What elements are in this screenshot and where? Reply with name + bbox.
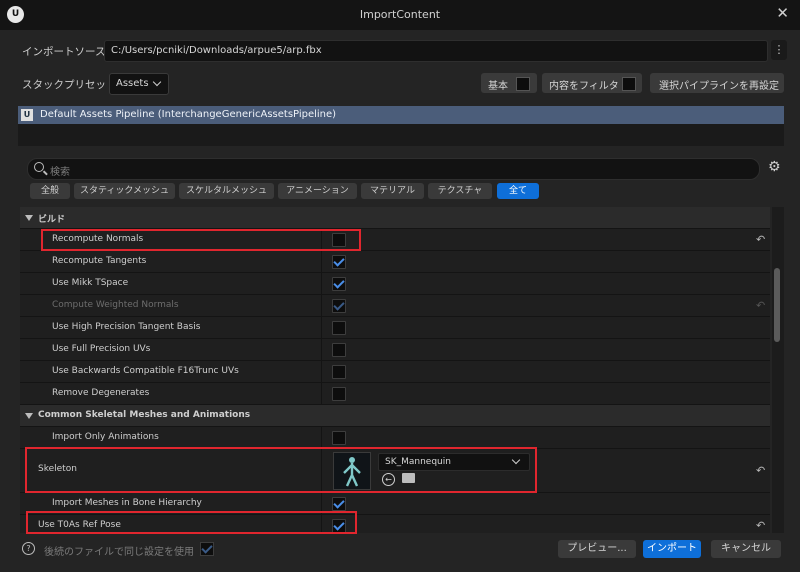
filter-checkbox[interactable]	[622, 77, 636, 91]
source-path-text: C:/Users/pcniki/Downloads/arpue5/arp.fbx	[111, 45, 322, 56]
collapse-arrow-icon[interactable]	[25, 215, 33, 221]
pipeline-row[interactable]: U Default Assets Pipeline (InterchangeGe…	[18, 106, 784, 124]
category-label: Common Skeletal Meshes and Animations	[38, 410, 251, 420]
pipeline-list	[18, 124, 784, 146]
preset-label: スタックプリセット	[22, 79, 117, 91]
tab-skeletal-mesh[interactable]: スケルタルメッシュ	[179, 183, 274, 199]
tab-general[interactable]: 全般	[30, 183, 70, 199]
full-precision-uvs-checkbox[interactable]	[332, 343, 346, 357]
preset-dropdown[interactable]: Assets	[109, 73, 169, 95]
property-row: Use Backwards Compatible F16Trunc UVs	[20, 361, 770, 383]
close-icon[interactable]: ✕	[776, 4, 789, 22]
search-icon	[34, 162, 44, 172]
property-row: Compute Weighted Normals ↶	[20, 295, 770, 317]
tab-animation[interactable]: アニメーション	[278, 183, 357, 199]
source-label: インポートソース	[22, 46, 106, 58]
highlight-box	[26, 511, 357, 534]
cancel-button[interactable]: キャンセル	[711, 540, 781, 558]
basic-toggle-button[interactable]: 基本	[481, 73, 537, 93]
same-settings-label: 後続のファイルで同じ設定を使用	[44, 547, 194, 558]
filter-label: 内容をフィルタ	[549, 81, 619, 92]
preview-button[interactable]: プレビュー...	[558, 540, 636, 558]
property-row: Remove Degenerates	[20, 383, 770, 405]
import-meshes-bone-checkbox[interactable]	[332, 497, 346, 511]
tab-material[interactable]: マテリアル	[361, 183, 424, 199]
category-skeletal[interactable]: Common Skeletal Meshes and Animations	[20, 405, 770, 427]
import-only-animations-checkbox[interactable]	[332, 431, 346, 445]
property-label: Remove Degenerates	[52, 388, 150, 398]
tab-all[interactable]: 全て	[497, 183, 539, 199]
property-label: Use Full Precision UVs	[52, 344, 151, 354]
property-row: Use High Precision Tangent Basis	[20, 317, 770, 339]
category-build[interactable]: ビルド	[20, 207, 770, 229]
scrollbar-thumb[interactable]	[774, 268, 780, 342]
collapse-arrow-icon[interactable]	[25, 413, 33, 419]
property-label: Import Only Animations	[52, 432, 159, 442]
source-path-field[interactable]: C:/Users/pcniki/Downloads/arpue5/arp.fbx	[104, 40, 768, 62]
reset-to-default-icon: ↶	[756, 299, 766, 312]
window-title: ImportContent	[359, 8, 441, 21]
property-label: Use Mikk TSpace	[52, 278, 129, 288]
reset-pipeline-button[interactable]: 選択パイプラインを再設定	[650, 73, 784, 93]
backwards-compat-checkbox[interactable]	[332, 365, 346, 379]
high-precision-checkbox[interactable]	[332, 321, 346, 335]
help-icon[interactable]: ?	[22, 542, 35, 555]
use-mikk-checkbox[interactable]	[332, 277, 346, 291]
property-row: Recompute Tangents	[20, 251, 770, 273]
highlight-box	[41, 229, 361, 251]
filter-toggle-button[interactable]: 内容をフィルタ	[542, 73, 642, 93]
tab-static-mesh[interactable]: スタティックメッシュ	[74, 183, 175, 199]
more-options-icon[interactable]: ⋮	[771, 40, 787, 60]
category-label: ビルド	[38, 215, 66, 225]
recompute-tangents-checkbox[interactable]	[332, 255, 346, 269]
basic-checkbox[interactable]	[516, 77, 530, 91]
reset-to-default-icon[interactable]: ↶	[756, 464, 765, 477]
gear-icon[interactable]: ⚙	[768, 159, 781, 175]
compute-weighted-checkbox	[332, 299, 346, 313]
title-bar: U ImportContent ✕	[0, 0, 800, 30]
reset-pipeline-label: 選択パイプラインを再設定	[659, 81, 779, 92]
tab-texture[interactable]: テクスチャ	[428, 183, 492, 199]
preset-value: Assets	[116, 78, 149, 89]
unreal-asset-icon: U	[21, 109, 33, 121]
highlight-box	[25, 447, 537, 493]
search-placeholder: 検索	[50, 167, 70, 178]
property-label: Compute Weighted Normals	[52, 300, 179, 310]
reset-to-default-icon[interactable]: ↶	[756, 233, 765, 246]
remove-degenerates-checkbox[interactable]	[332, 387, 346, 401]
import-button[interactable]: インポート	[643, 540, 701, 558]
property-row: Use Full Precision UVs	[20, 339, 770, 361]
scrollbar-track[interactable]	[772, 207, 784, 533]
property-label: Recompute Tangents	[52, 256, 147, 266]
property-label: Use Backwards Compatible F16Trunc UVs	[52, 366, 239, 376]
reset-to-default-icon[interactable]: ↶	[756, 519, 765, 532]
property-label: Import Meshes in Bone Hierarchy	[52, 498, 202, 508]
pipeline-name: Default Assets Pipeline (InterchangeGene…	[40, 109, 337, 120]
same-settings-checkbox[interactable]	[200, 542, 214, 556]
property-row: Import Only Animations	[20, 427, 770, 449]
chevron-down-icon	[152, 77, 162, 87]
property-row: Use Mikk TSpace	[20, 273, 770, 295]
search-input[interactable]: 検索	[27, 158, 760, 180]
basic-label: 基本	[488, 81, 508, 92]
property-label: Use High Precision Tangent Basis	[52, 322, 201, 332]
